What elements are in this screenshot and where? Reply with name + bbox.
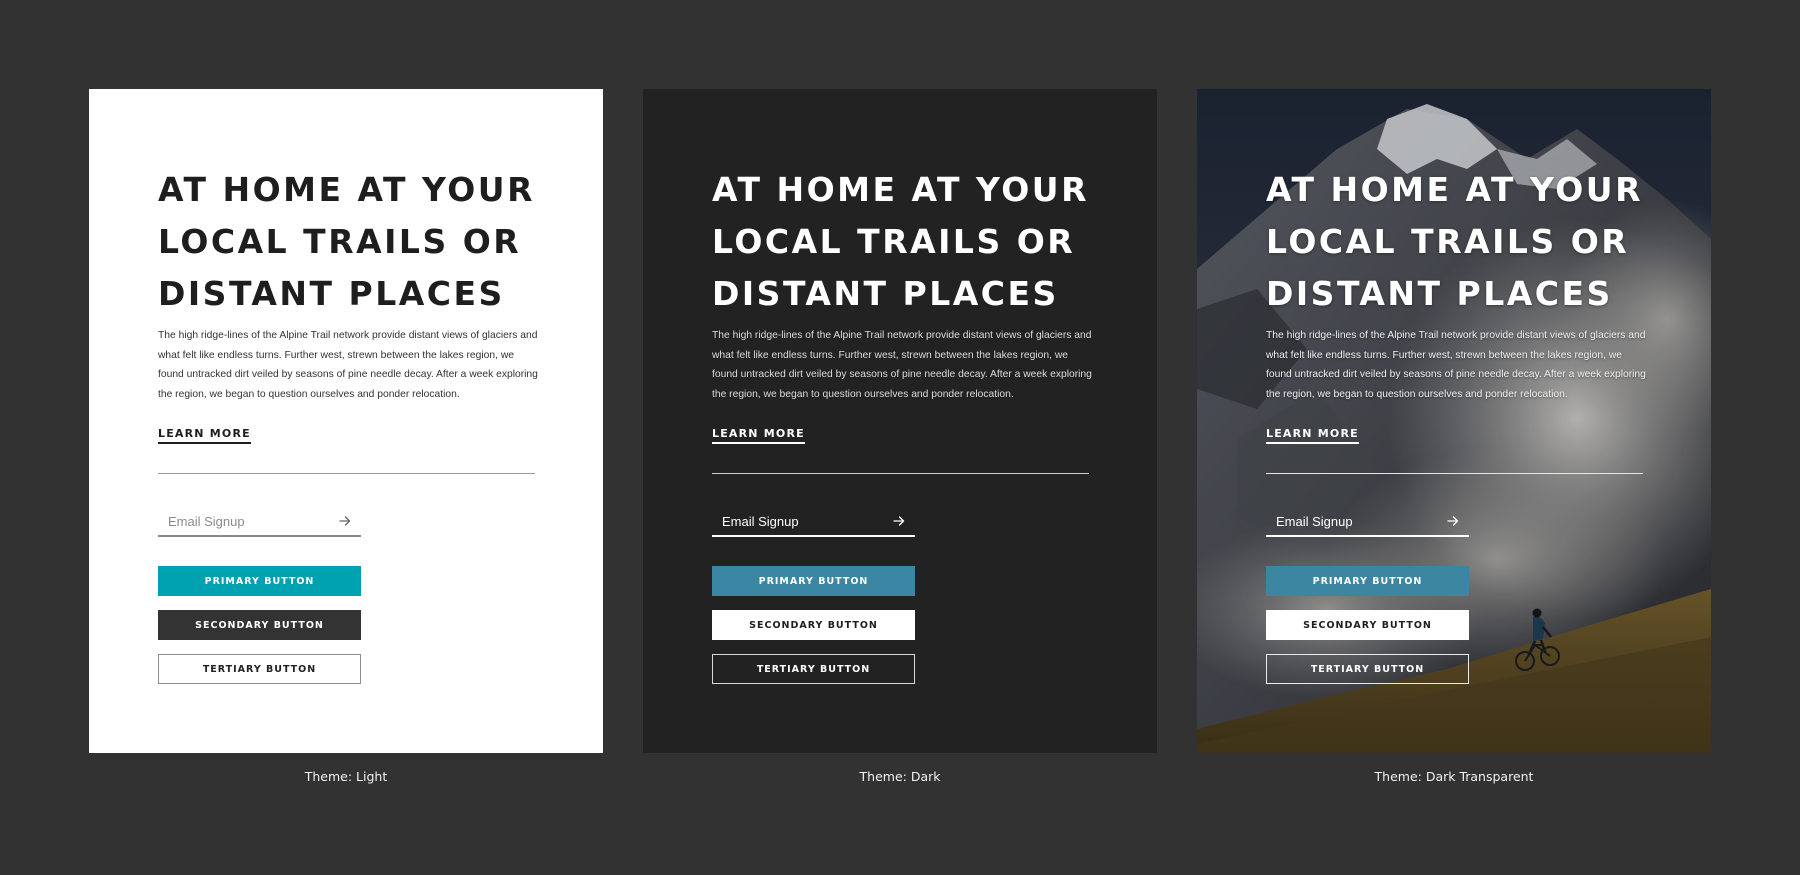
primary-button[interactable]: PRIMARY BUTTON xyxy=(712,566,915,596)
arrow-right-icon xyxy=(893,516,905,526)
theme-caption-dark-transparent: Theme: Dark Transparent xyxy=(1374,769,1534,784)
secondary-button[interactable]: SECONDARY BUTTON xyxy=(712,610,915,640)
arrow-right-icon xyxy=(339,516,351,526)
email-signup-field xyxy=(1266,508,1469,537)
divider xyxy=(158,473,535,474)
email-submit-button[interactable] xyxy=(337,513,353,529)
email-input[interactable] xyxy=(158,508,338,534)
email-signup-field xyxy=(158,508,361,537)
divider xyxy=(1266,473,1643,474)
learn-more-link[interactable]: LEARN MORE xyxy=(1266,427,1359,444)
tertiary-button[interactable]: TERTIARY BUTTON xyxy=(1266,654,1469,684)
email-input[interactable] xyxy=(712,508,892,534)
primary-button[interactable]: PRIMARY BUTTON xyxy=(158,566,361,596)
secondary-button[interactable]: SECONDARY BUTTON xyxy=(1266,610,1469,640)
email-input[interactable] xyxy=(1266,508,1446,534)
body-text: The high ridge-lines of the Alpine Trail… xyxy=(158,330,538,400)
headline: AT HOME AT YOUR LOCAL TRAILS OR DISTANT … xyxy=(1266,170,1643,313)
tertiary-button[interactable]: TERTIARY BUTTON xyxy=(712,654,915,684)
divider xyxy=(712,473,1089,474)
theme-caption-light: Theme: Light xyxy=(304,769,388,784)
tertiary-button[interactable]: TERTIARY BUTTON xyxy=(158,654,361,684)
theme-caption-dark: Theme: Dark xyxy=(859,769,941,784)
body-text: The high ridge-lines of the Alpine Trail… xyxy=(712,330,1092,400)
primary-button[interactable]: PRIMARY BUTTON xyxy=(1266,566,1469,596)
learn-more-link[interactable]: LEARN MORE xyxy=(158,427,251,444)
theme-dark-transparent-card: AT HOME AT YOUR LOCAL TRAILS OR DISTANT … xyxy=(1197,89,1711,753)
learn-more-link[interactable]: LEARN MORE xyxy=(712,427,805,444)
email-signup-field xyxy=(712,508,915,537)
theme-light-card: AT HOME AT YOUR LOCAL TRAILS OR DISTANT … xyxy=(89,89,603,753)
body-text: The high ridge-lines of the Alpine Trail… xyxy=(1266,330,1646,400)
theme-dark-card: AT HOME AT YOUR LOCAL TRAILS OR DISTANT … xyxy=(643,89,1157,753)
headline: AT HOME AT YOUR LOCAL TRAILS OR DISTANT … xyxy=(158,170,535,313)
headline: AT HOME AT YOUR LOCAL TRAILS OR DISTANT … xyxy=(712,170,1089,313)
email-submit-button[interactable] xyxy=(891,513,907,529)
email-submit-button[interactable] xyxy=(1445,513,1461,529)
secondary-button[interactable]: SECONDARY BUTTON xyxy=(158,610,361,640)
arrow-right-icon xyxy=(1447,516,1459,526)
